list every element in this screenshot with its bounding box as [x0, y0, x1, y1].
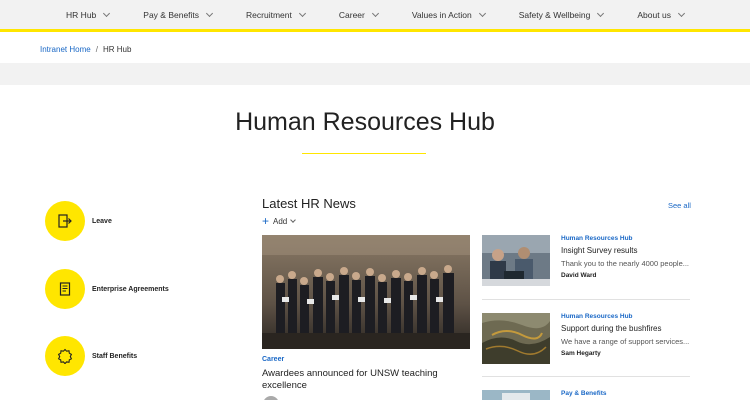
- nav-item-hr-hub[interactable]: HR Hub: [66, 9, 111, 20]
- chevron-down-icon: [478, 9, 486, 18]
- bushfire-landscape-image: [482, 313, 550, 364]
- page-title: Human Resources Hub: [235, 108, 495, 136]
- scroll-document-icon: [59, 282, 71, 296]
- chevron-down-icon: [103, 9, 111, 18]
- nav-item-career[interactable]: Career: [338, 9, 379, 20]
- breadcrumb: Intranet Home / HR Hub: [40, 45, 131, 54]
- nav-item-label: Career: [338, 10, 365, 20]
- side-news-item-2[interactable]: Human Resources Hub Support during the b…: [482, 313, 690, 365]
- chevron-down-icon: [371, 9, 379, 18]
- divider: [482, 299, 690, 300]
- quick-link-enterprise-agreements[interactable]: Enterprise Agreements: [45, 269, 169, 309]
- chevron-down-icon: [597, 9, 605, 18]
- news-thumbnail: [482, 235, 550, 286]
- side-news-author: David Ward: [561, 272, 597, 279]
- news-thumbnail: [482, 390, 550, 400]
- see-all-link[interactable]: See all: [668, 201, 691, 210]
- side-news-title: Support during the bushfires: [561, 324, 662, 333]
- side-news-category: Human Resources Hub: [561, 235, 633, 242]
- nav-item-values-in-action[interactable]: Values in Action: [411, 9, 486, 20]
- quick-link-label: Staff Benefits: [92, 352, 138, 360]
- nav-item-pay-benefits[interactable]: Pay & Benefits: [143, 9, 214, 20]
- quick-link-circle: [45, 201, 85, 241]
- quick-link-leave[interactable]: Leave: [45, 201, 112, 241]
- avatar: [263, 396, 279, 400]
- chevron-down-icon: [677, 9, 685, 18]
- nav-item-about-us[interactable]: About us: [637, 9, 685, 20]
- quick-link-label: Enterprise Agreements: [92, 285, 169, 293]
- nav-item-label: Recruitment: [246, 10, 292, 20]
- office-meeting-image: [482, 235, 550, 286]
- title-underline: [302, 153, 426, 154]
- nav-item-label: Safety & Wellbeing: [518, 10, 591, 20]
- news-thumbnail: [482, 313, 550, 364]
- nav-item-label: Pay & Benefits: [143, 10, 200, 20]
- add-news-button[interactable]: + Add: [262, 214, 297, 228]
- nav-item-label: HR Hub: [66, 10, 97, 20]
- side-news-item-1[interactable]: Human Resources Hub Insight Survey resul…: [482, 235, 690, 287]
- badge-star-icon: [57, 348, 73, 364]
- nav-item-safety-wellbeing[interactable]: Safety & Wellbeing: [518, 9, 605, 20]
- quick-link-circle: [45, 336, 85, 376]
- group-photo-image: [262, 235, 470, 349]
- exit-door-icon: [58, 214, 72, 228]
- side-news-category: Human Resources Hub: [561, 313, 633, 320]
- nav-item-label: About us: [637, 10, 671, 20]
- side-news-desc: We have a range of support services...: [561, 337, 690, 346]
- feature-news-image[interactable]: [262, 235, 470, 349]
- add-label: Add: [273, 216, 288, 226]
- side-news-item-3[interactable]: Pay & Benefits: [482, 390, 690, 400]
- nav-item-label: Values in Action: [411, 10, 472, 20]
- plus-icon: +: [262, 214, 270, 228]
- breadcrumb-separator: /: [95, 45, 98, 54]
- breadcrumb-current: HR Hub: [102, 45, 132, 54]
- side-news-category: Pay & Benefits: [561, 390, 607, 397]
- grey-band: [0, 63, 750, 85]
- quick-link-label: Leave: [92, 217, 112, 225]
- news-heading: Latest HR News: [262, 196, 356, 211]
- breadcrumb-home-link[interactable]: Intranet Home: [40, 45, 91, 54]
- side-news-title: Insight Survey results: [561, 246, 638, 255]
- chevron-down-icon: [206, 9, 214, 18]
- side-news-desc: Thank you to the nearly 4000 people...: [561, 259, 690, 268]
- chevron-down-icon: [298, 9, 306, 18]
- quick-link-staff-benefits[interactable]: Staff Benefits: [45, 336, 137, 376]
- divider: [482, 376, 690, 377]
- chevron-down-icon: [290, 216, 297, 223]
- top-navigation: HR Hub Pay & Benefits Recruitment Career…: [0, 0, 750, 32]
- nav-item-recruitment[interactable]: Recruitment: [246, 9, 306, 20]
- news-image: [482, 390, 550, 400]
- quick-link-circle: [45, 269, 85, 309]
- side-news-author: Sam Hegarty: [561, 350, 601, 357]
- feature-news-title[interactable]: Awardees announced for UNSW teaching exc…: [262, 368, 452, 392]
- feature-news-category: Career: [262, 356, 285, 363]
